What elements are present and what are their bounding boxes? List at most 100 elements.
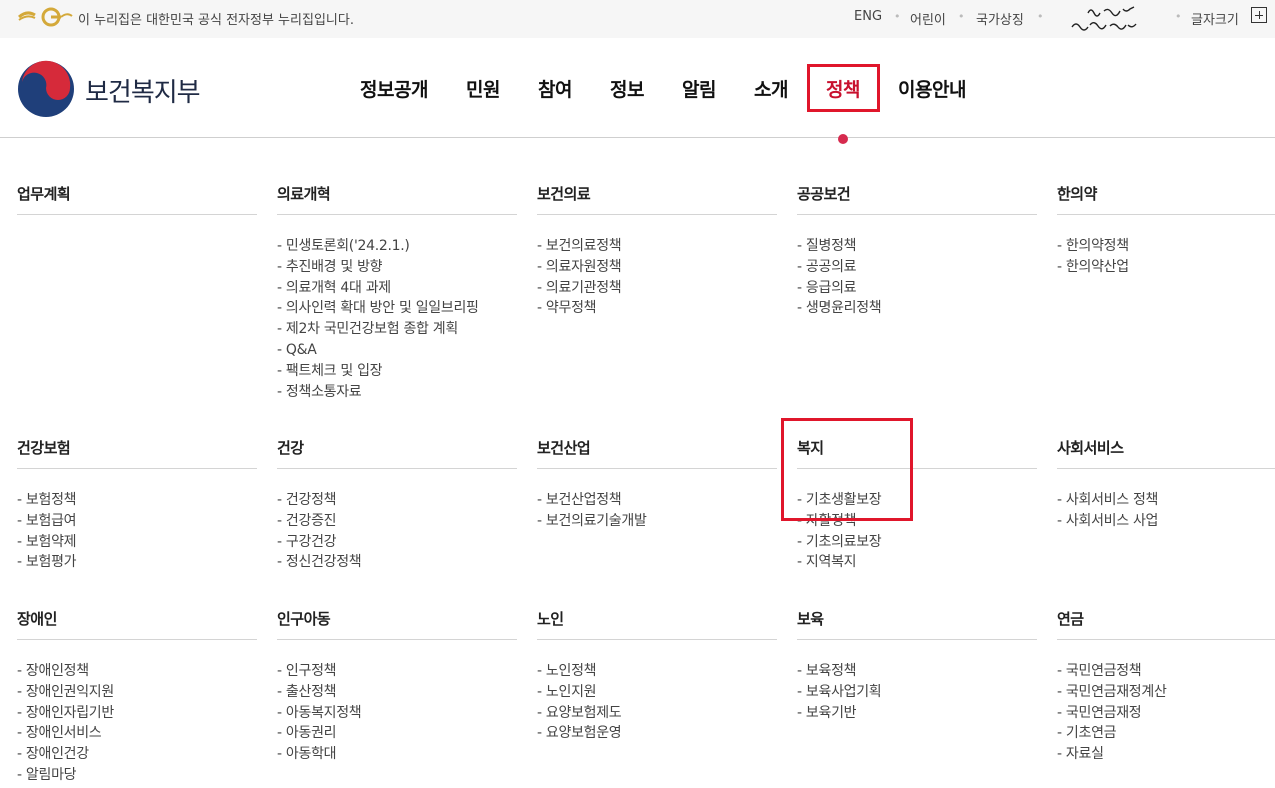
gov-banner-text: 이 누리집은 대한민국 공식 전자정부 누리집입니다.: [78, 13, 354, 28]
menu-item-link[interactable]: 국민연금정책: [1057, 661, 1275, 682]
menu-item-link[interactable]: 노인지원: [537, 682, 777, 703]
menu-item-link[interactable]: 보험급여: [17, 511, 257, 532]
menu-category-title[interactable]: 한의약: [1057, 179, 1275, 215]
font-size-label[interactable]: 글자크기: [1191, 9, 1239, 28]
menu-category-title[interactable]: 장애인: [17, 604, 257, 640]
menu-item-list: 노인정책노인지원요양보험제도요양보험운영: [537, 661, 777, 744]
menu-item-link[interactable]: 보건의료정책: [537, 236, 777, 257]
kids-link[interactable]: 어린이: [910, 9, 946, 28]
menu-item-link[interactable]: 팩트체크 및 입장: [277, 361, 517, 382]
menu-category-title[interactable]: 공공보건: [797, 179, 1037, 215]
menu-item-link[interactable]: 정책소통자료: [277, 382, 517, 403]
site-name[interactable]: 보건복지부: [85, 72, 201, 109]
taegeuk-emblem-logo[interactable]: [17, 60, 75, 118]
menu-item-link[interactable]: 보육정책: [797, 661, 1037, 682]
menu-item-link[interactable]: 추진배경 및 방향: [277, 257, 517, 278]
menu-item-list: 사회서비스 정책사회서비스 사업: [1057, 490, 1275, 532]
menu-item-link[interactable]: 장애인서비스: [17, 723, 257, 744]
menu-item-link[interactable]: 보건의료기술개발: [537, 511, 777, 532]
menu-item-link[interactable]: 질병정책: [797, 236, 1037, 257]
menu-item-link[interactable]: 장애인건강: [17, 744, 257, 765]
menu-item-link[interactable]: 공공의료: [797, 257, 1037, 278]
menu-item-link[interactable]: 응급의료: [797, 278, 1037, 299]
menu-item-link[interactable]: 의료개혁 4대 과제: [277, 278, 517, 299]
separator-dot-icon: •: [958, 10, 965, 23]
menu-category-title[interactable]: 노인: [537, 604, 777, 640]
menu-item-link[interactable]: 보건산업정책: [537, 490, 777, 511]
menu-item-link[interactable]: 요양보험운영: [537, 723, 777, 744]
menu-category-title[interactable]: 보육: [797, 604, 1037, 640]
menu-column: 보육보육정책보육사업기획보육기반: [797, 604, 1037, 723]
menu-item-link[interactable]: 기초의료보장: [797, 532, 1037, 553]
menu-column: 보건산업보건산업정책보건의료기술개발: [537, 433, 777, 532]
nav-user-guide[interactable]: 이용안내: [898, 75, 966, 102]
menu-category-title[interactable]: 업무계획: [17, 179, 257, 215]
menu-category-title[interactable]: 연금: [1057, 604, 1275, 640]
menu-item-list: 보험정책보험급여보험약제보험평가: [17, 490, 257, 573]
menu-item-list: 보육정책보육사업기획보육기반: [797, 661, 1037, 723]
menu-category-title[interactable]: 의료개혁: [277, 179, 517, 215]
menu-category-title[interactable]: 건강보험: [17, 433, 257, 469]
menu-item-link[interactable]: 국민연금재정: [1057, 703, 1275, 724]
menu-item-link[interactable]: 사회서비스 정책: [1057, 490, 1275, 511]
separator-dot-icon: •: [894, 10, 901, 23]
menu-item-link[interactable]: 보육기반: [797, 703, 1037, 724]
menu-item-link[interactable]: 인구정책: [277, 661, 517, 682]
menu-item-link[interactable]: 장애인자립기반: [17, 703, 257, 724]
nav-notice[interactable]: 알림: [682, 75, 716, 102]
menu-item-link[interactable]: 아동학대: [277, 744, 517, 765]
menu-category-title[interactable]: 사회서비스: [1057, 433, 1275, 469]
menu-column: 인구아동인구정책출산정책아동복지정책아동권리아동학대: [277, 604, 517, 765]
menu-item-link[interactable]: 아동권리: [277, 723, 517, 744]
menu-column: 연금국민연금정책국민연금재정계산국민연금재정기초연금자료실: [1057, 604, 1275, 765]
menu-item-link[interactable]: 보육사업기획: [797, 682, 1037, 703]
menu-column: 건강보험보험정책보험급여보험약제보험평가: [17, 433, 257, 573]
menu-category-title[interactable]: 인구아동: [277, 604, 517, 640]
menu-item-link[interactable]: 보험정책: [17, 490, 257, 511]
menu-item-link[interactable]: 지역복지: [797, 552, 1037, 573]
menu-item-link[interactable]: 요양보험제도: [537, 703, 777, 724]
menu-item-link[interactable]: Q&A: [277, 340, 517, 361]
menu-category-title[interactable]: 보건의료: [537, 179, 777, 215]
menu-item-link[interactable]: 국민연금재정계산: [1057, 682, 1275, 703]
menu-item-link[interactable]: 보험평가: [17, 552, 257, 573]
menu-item-link[interactable]: 사회서비스 사업: [1057, 511, 1275, 532]
nav-info-disclosure[interactable]: 정보공개: [360, 75, 428, 102]
nav-information[interactable]: 정보: [610, 75, 644, 102]
eng-link[interactable]: ENG: [854, 9, 882, 24]
font-size-plus-icon[interactable]: [1251, 7, 1267, 23]
menu-item-link[interactable]: 한의약정책: [1057, 236, 1275, 257]
menu-item-link[interactable]: 장애인권익지원: [17, 682, 257, 703]
nav-about[interactable]: 소개: [754, 75, 788, 102]
menu-item-link[interactable]: 의료자원정책: [537, 257, 777, 278]
menu-item-link[interactable]: 건강증진: [277, 511, 517, 532]
nav-civil-service[interactable]: 민원: [466, 75, 500, 102]
menu-item-link[interactable]: 제2차 국민건강보험 종합 계획: [277, 319, 517, 340]
menu-item-link[interactable]: 노인정책: [537, 661, 777, 682]
menu-column: 공공보건질병정책공공의료응급의료생명윤리정책: [797, 179, 1037, 319]
menu-item-link[interactable]: 의사인력 확대 방안 및 일일브리핑: [277, 298, 517, 319]
menu-category-title[interactable]: 보건산업: [537, 433, 777, 469]
menu-item-link[interactable]: 알림마당: [17, 765, 257, 786]
menu-item-link[interactable]: 장애인정책: [17, 661, 257, 682]
menu-item-link[interactable]: 민생토론회('24.2.1.): [277, 236, 517, 257]
menu-item-link[interactable]: 자료실: [1057, 744, 1275, 765]
menu-item-link[interactable]: 의료기관정책: [537, 278, 777, 299]
menu-item-link[interactable]: 기초연금: [1057, 723, 1275, 744]
menu-column: 의료개혁민생토론회('24.2.1.)추진배경 및 방향의료개혁 4대 과제의사…: [277, 179, 517, 402]
menu-item-link[interactable]: 출산정책: [277, 682, 517, 703]
menu-item-link[interactable]: 한의약산업: [1057, 257, 1275, 278]
menu-item-link[interactable]: 보험약제: [17, 532, 257, 553]
national-symbol-link[interactable]: 국가상징: [976, 9, 1024, 28]
menu-item-link[interactable]: 생명윤리정책: [797, 298, 1037, 319]
gov-banner: 이 누리집은 대한민국 공식 전자정부 누리집입니다. ENG • 어린이 • …: [0, 0, 1275, 38]
menu-category-title[interactable]: 건강: [277, 433, 517, 469]
menu-item-link[interactable]: 정신건강정책: [277, 552, 517, 573]
menu-item-link[interactable]: 아동복지정책: [277, 703, 517, 724]
menu-item-link[interactable]: 구강건강: [277, 532, 517, 553]
menu-item-link[interactable]: 건강정책: [277, 490, 517, 511]
menu-column: 사회서비스사회서비스 정책사회서비스 사업: [1057, 433, 1275, 532]
separator-dot-icon: •: [1037, 10, 1044, 23]
menu-item-link[interactable]: 약무정책: [537, 298, 777, 319]
nav-participation[interactable]: 참여: [538, 75, 572, 102]
